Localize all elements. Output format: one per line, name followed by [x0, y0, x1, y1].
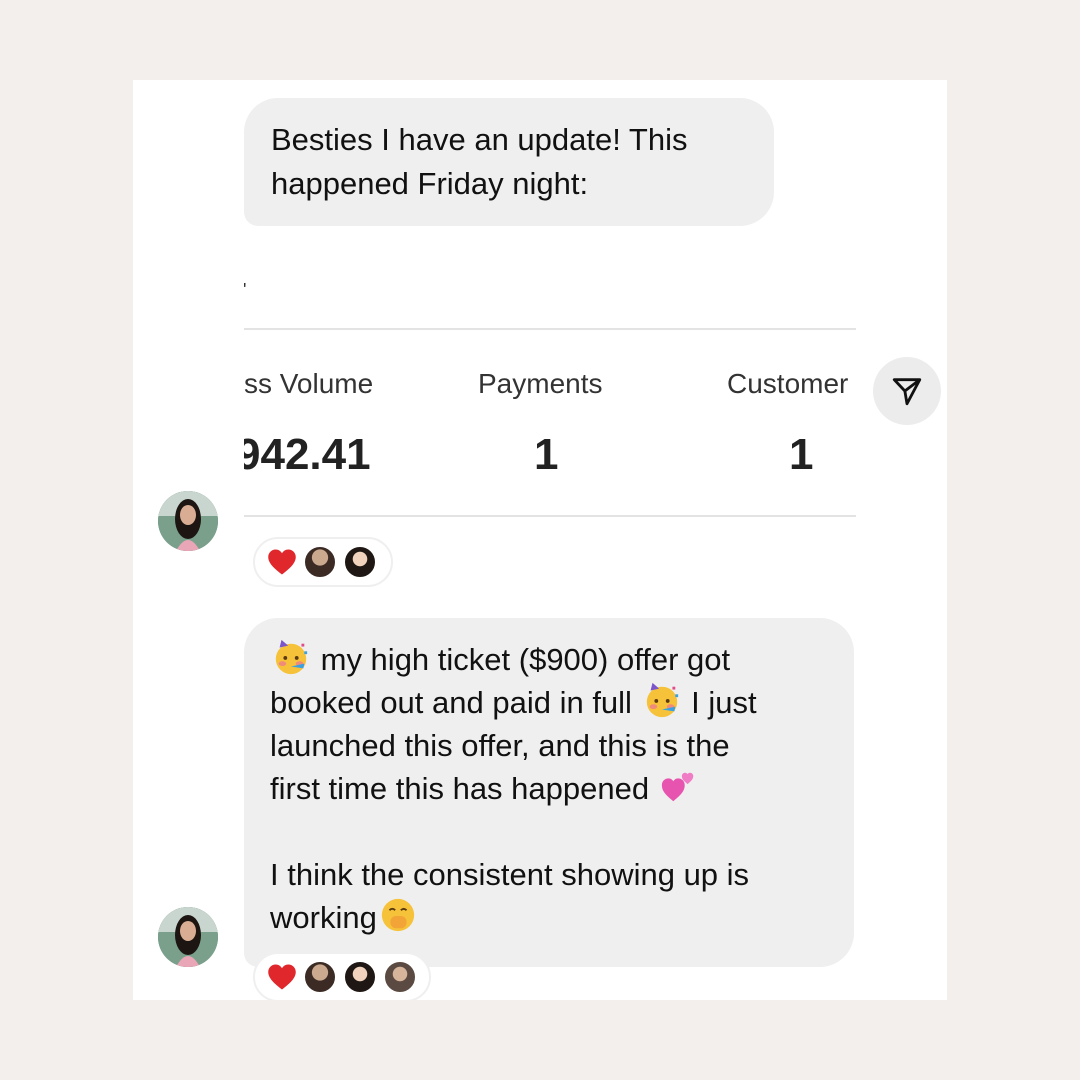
face-with-hand-over-mouth-icon [381, 898, 414, 932]
message-line: working [270, 896, 419, 939]
reactor-avatar [343, 960, 377, 994]
shared-stats-screenshot[interactable]: ' ss Volume Payments Customer 942.41 1 1 [244, 240, 856, 550]
stat-value-volume: 942.41 [244, 430, 371, 479]
paper-plane-icon [892, 378, 922, 406]
partying-face-icon [275, 639, 308, 675]
chat-panel: Besties I have an update! This happened … [133, 80, 947, 1000]
message-bubble-2[interactable]: my high ticket ($900) offer got booked o… [244, 618, 854, 967]
reactor-avatar [383, 960, 417, 994]
reactor-avatar [343, 545, 377, 579]
divider [244, 515, 856, 517]
profile-photo-icon [158, 907, 218, 967]
message-line: booked out and paid in full I just [270, 681, 757, 724]
stat-value-payments: 1 [534, 430, 559, 479]
cropped-mark: ' [244, 280, 246, 301]
message-line: my high ticket ($900) offer got [270, 638, 730, 681]
reactions-bar[interactable] [253, 537, 393, 587]
stat-value-customers: 1 [789, 430, 814, 479]
message-text: booked out and paid in full [270, 685, 641, 720]
message-bubble-1[interactable]: Besties I have an update! This happened … [244, 98, 774, 226]
message-text: launched this offer, and this is the [270, 728, 730, 763]
reactor-avatar [303, 960, 337, 994]
share-button[interactable] [873, 357, 941, 425]
message-text: I think the consistent showing up is [270, 857, 750, 892]
message-text: first time this has happened [270, 771, 658, 806]
stat-header-customers: Customer [727, 368, 849, 399]
avatar[interactable] [158, 907, 218, 967]
stat-header-payments: Payments [478, 368, 603, 399]
message-line: launched this offer, and this is the [270, 724, 730, 767]
message-line: first time this has happened [270, 767, 700, 810]
message-line: I think the consistent showing up is [270, 853, 749, 896]
message-text: I just [682, 685, 757, 720]
message-text: my high ticket ($900) offer got [320, 642, 731, 677]
reactor-avatar [303, 545, 337, 579]
message-text: working [270, 900, 377, 935]
profile-photo-icon [158, 491, 218, 551]
two-hearts-icon [661, 772, 693, 802]
heart-icon [268, 549, 296, 575]
avatar[interactable] [158, 491, 218, 551]
partying-face-icon [646, 682, 678, 718]
reactions-bar[interactable] [253, 952, 431, 1000]
message-text: happened Friday night: [271, 166, 589, 201]
message-text: Besties I have an update! This [271, 122, 688, 157]
heart-icon [268, 964, 296, 990]
stat-header-volume: ss Volume [244, 368, 374, 399]
divider [244, 328, 856, 330]
